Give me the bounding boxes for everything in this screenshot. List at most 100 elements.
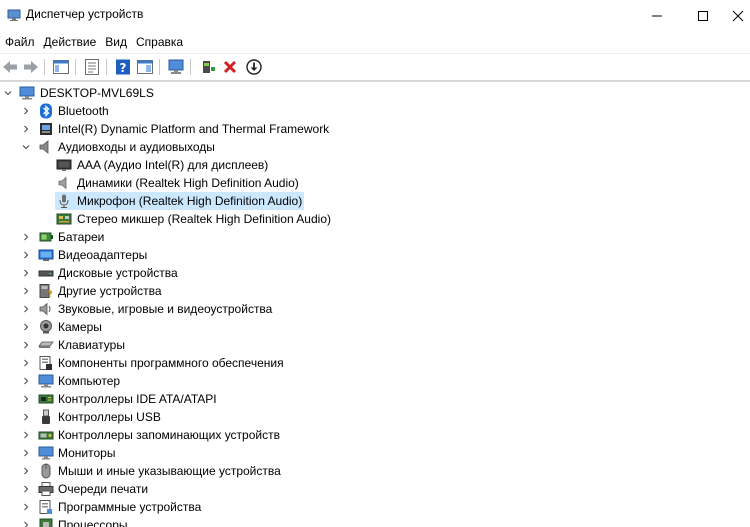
tree-item-bluetooth[interactable]: Bluetooth: [0, 102, 750, 120]
tree-item-processors[interactable]: Процессоры: [0, 516, 750, 527]
tree-item-audio-io[interactable]: Аудиовходы и аудиовыходы: [0, 138, 750, 156]
tree-item-label: Камеры: [58, 320, 102, 334]
forward-button[interactable]: [21, 57, 41, 77]
chevron-right-icon[interactable]: [21, 484, 31, 494]
properties-button[interactable]: [82, 57, 102, 77]
speaker-icon: [38, 139, 54, 155]
software-device-icon: [38, 499, 54, 515]
menu-file[interactable]: Файл: [1, 32, 39, 52]
chevron-right-icon[interactable]: [21, 358, 31, 368]
menu-help[interactable]: Справка: [132, 32, 187, 52]
speaker-icon: [56, 175, 72, 191]
tree-item-usb-controllers[interactable]: Контроллеры USB: [0, 408, 750, 426]
action-view-button[interactable]: [135, 57, 155, 77]
tree-item-ide-controllers[interactable]: Контроллеры IDE ATA/ATAPI: [0, 390, 750, 408]
tree-item-label: Контроллеры IDE ATA/ATAPI: [58, 392, 217, 406]
chevron-right-icon[interactable]: [21, 430, 31, 440]
tree-item-label: Другие устройства: [58, 284, 162, 298]
tree-child-speakers[interactable]: Динамики (Realtek High Definition Audio): [0, 174, 750, 192]
tree-item-label: Мониторы: [58, 446, 116, 460]
tree-item-print-queues[interactable]: Очереди печати: [0, 480, 750, 498]
maximize-icon: [698, 10, 708, 21]
tree-item-batteries[interactable]: Батареи: [0, 228, 750, 246]
scan-hardware-button[interactable]: [166, 57, 186, 77]
uninstall-device-button[interactable]: [220, 57, 240, 77]
window-title: Диспетчер устройств: [26, 7, 144, 21]
device-tree[interactable]: DESKTOP-MVL69LS Bluetooth Intel(R) Dynam…: [0, 83, 750, 527]
tree-item-disk-drives[interactable]: Дисковые устройства: [0, 264, 750, 282]
tree-root-label: DESKTOP-MVL69LS: [40, 86, 154, 100]
tree-item-computer[interactable]: Компьютер: [0, 372, 750, 390]
tree-item-software-devices[interactable]: Программные устройства: [0, 498, 750, 516]
chevron-right-icon[interactable]: [21, 124, 31, 134]
battery-icon: [38, 229, 54, 245]
back-icon: [3, 61, 17, 73]
chevron-right-icon[interactable]: [21, 466, 31, 476]
tree-item-monitors[interactable]: Мониторы: [0, 444, 750, 462]
tree-item-label: Bluetooth: [58, 104, 109, 118]
tree-root[interactable]: DESKTOP-MVL69LS: [0, 84, 750, 102]
menu-action[interactable]: Действие: [40, 32, 101, 52]
tree-item-cameras[interactable]: Камеры: [0, 318, 750, 336]
ide-controller-icon: [38, 391, 54, 407]
tree-item-display-adapters[interactable]: Видеоадаптеры: [0, 246, 750, 264]
tree-child-aaa-display-audio[interactable]: AAA (Аудио Intel(R) для дисплеев): [0, 156, 750, 174]
chevron-right-icon[interactable]: [21, 304, 31, 314]
minimize-button[interactable]: [634, 0, 680, 31]
toolbar-divider: [0, 80, 750, 82]
tree-item-storage-controllers[interactable]: Контроллеры запоминающих устройств: [0, 426, 750, 444]
tree-item-label: Intel(R) Dynamic Platform and Thermal Fr…: [58, 122, 330, 136]
update-driver-button[interactable]: [198, 57, 218, 77]
close-icon: [732, 10, 744, 21]
menu-view[interactable]: Вид: [101, 32, 131, 52]
tree-item-label: Дисковые устройства: [58, 266, 178, 280]
chevron-right-icon[interactable]: [21, 322, 31, 332]
mouse-icon: [38, 463, 54, 479]
microphone-icon: [56, 193, 72, 209]
webcam-icon: [38, 319, 54, 335]
tree-item-label: Компоненты программного обеспечения: [58, 356, 284, 370]
chevron-right-icon[interactable]: [21, 286, 31, 296]
close-button[interactable]: [726, 0, 750, 31]
tree-item-mice[interactable]: Мыши и иные указывающие устройства: [0, 462, 750, 480]
chevron-right-icon[interactable]: [21, 250, 31, 260]
chevron-right-icon[interactable]: [21, 106, 31, 116]
chevron-right-icon[interactable]: [21, 340, 31, 350]
chevron-right-icon[interactable]: [21, 448, 31, 458]
keyboard-icon: [38, 337, 54, 353]
update-driver-icon: [203, 61, 215, 73]
tree-item-label: Аудиовходы и аудиовыходы: [58, 140, 215, 154]
chevron-right-icon[interactable]: [21, 376, 31, 386]
show-hide-tree-button[interactable]: [51, 57, 71, 77]
tree-item-software-components[interactable]: Компоненты программного обеспечения: [0, 354, 750, 372]
tree-item-intel-dptf[interactable]: Intel(R) Dynamic Platform and Thermal Fr…: [0, 120, 750, 138]
monitor-icon: [38, 445, 54, 461]
display-adapter-icon: [38, 247, 54, 263]
disable-device-button[interactable]: [244, 57, 264, 77]
help-icon: ?: [116, 59, 130, 75]
chevron-right-icon[interactable]: [21, 232, 31, 242]
chevron-down-icon[interactable]: [21, 142, 31, 152]
chevron-right-icon[interactable]: [21, 268, 31, 278]
chevron-right-icon[interactable]: [21, 394, 31, 404]
chevron-down-icon[interactable]: [3, 88, 13, 98]
chevron-right-icon[interactable]: [21, 520, 31, 527]
chevron-right-icon[interactable]: [21, 502, 31, 512]
unknown-device-icon: ?: [38, 283, 54, 299]
tree-item-other-devices[interactable]: ? Другие устройства: [0, 282, 750, 300]
tree-item-keyboards[interactable]: Клавиатуры: [0, 336, 750, 354]
action-view-icon: [137, 60, 153, 74]
tree-item-label: Динамики (Realtek High Definition Audio): [77, 176, 299, 190]
monitor-audio-icon: [56, 157, 72, 173]
menu-bar: Файл Действие Вид Справка: [0, 32, 750, 52]
tree-item-sound-video-game[interactable]: Звуковые, игровые и видеоустройства: [0, 300, 750, 318]
tree-item-label: Очереди печати: [58, 482, 149, 496]
chevron-right-icon[interactable]: [21, 412, 31, 422]
tree-child-microphone[interactable]: Микрофон (Realtek High Definition Audio): [55, 192, 304, 210]
tree-item-label: Батареи: [58, 230, 105, 244]
help-button[interactable]: ?: [113, 57, 133, 77]
tree-child-stereo-mixer[interactable]: Стерео микшер (Realtek High Definition A…: [0, 210, 750, 228]
sound-speaker-icon: [38, 301, 54, 317]
maximize-button[interactable]: [680, 0, 726, 31]
back-button[interactable]: [0, 57, 20, 77]
